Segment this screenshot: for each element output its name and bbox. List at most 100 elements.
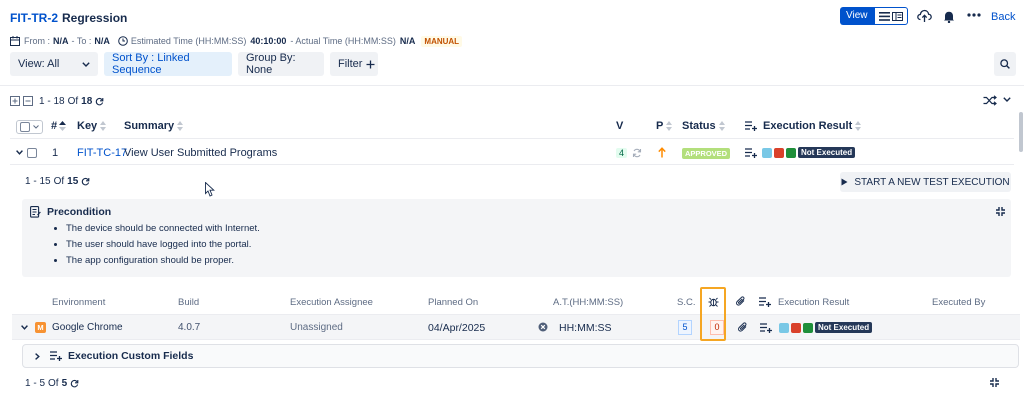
table-header: # Key Summary V P Status Execution Resul… <box>10 113 1014 139</box>
view-button[interactable]: View <box>840 7 874 25</box>
refresh-icon[interactable] <box>70 379 79 388</box>
start-new-execution-button[interactable]: START A NEW TEST EXECUTION <box>840 172 1011 192</box>
layout-toggle[interactable] <box>873 7 908 25</box>
status-badge: APPROVED <box>682 148 731 159</box>
execution-result-bar[interactable]: Not Executed <box>762 147 856 158</box>
col-status-label: Status <box>682 120 716 132</box>
col-step-count[interactable]: S.C. <box>677 297 695 308</box>
add-list-icon <box>50 351 62 361</box>
custom-fields-section[interactable]: Execution Custom Fields <box>22 344 1019 368</box>
col-version[interactable]: V <box>616 120 623 132</box>
chevron-down-icon <box>82 61 90 67</box>
add-list-icon <box>759 297 771 307</box>
execution-result-badge: Not Executed <box>815 322 873 333</box>
chevron-down-icon[interactable] <box>16 150 23 155</box>
sort-icon <box>177 121 184 131</box>
shuffle-icon[interactable] <box>983 95 997 106</box>
col-planned-on[interactable]: Planned On <box>428 297 478 308</box>
select-all-checkbox[interactable] <box>20 122 30 132</box>
col-execution-result[interactable]: Execution Result <box>778 297 849 308</box>
col-priority[interactable]: P <box>656 120 673 132</box>
pagination-total: 18 <box>81 95 93 107</box>
notification-bell-icon[interactable] <box>943 10 955 23</box>
col-status[interactable]: Status <box>682 120 726 132</box>
col-build[interactable]: Build <box>178 297 199 308</box>
view-filter-select[interactable]: View: All <box>10 52 98 76</box>
col-environment[interactable]: Environment <box>52 297 105 308</box>
list-view-icon[interactable] <box>878 11 890 21</box>
more-options-icon[interactable] <box>967 13 981 17</box>
execution-result-bar[interactable]: Not Executed <box>779 322 873 333</box>
add-list-icon[interactable] <box>760 323 772 333</box>
clear-date-icon[interactable] <box>538 322 548 332</box>
sort-by-label: Sort By : Linked Sequence <box>112 52 190 76</box>
scrollbar[interactable] <box>1019 112 1023 152</box>
pagination-of: Of <box>67 95 79 107</box>
col-number[interactable]: # <box>51 120 67 132</box>
executions-range: 1 - 15 <box>25 176 51 187</box>
page-title-bar: FIT-TR-2 Regression <box>10 10 127 26</box>
precondition-icon <box>30 206 41 218</box>
col-executed-by[interactable]: Executed By <box>932 297 985 308</box>
col-summary[interactable]: Summary <box>124 120 184 132</box>
col-execution-result[interactable]: Execution Result <box>763 120 862 132</box>
planned-on-value[interactable]: 04/Apr/2025 <box>428 322 485 334</box>
search-button[interactable] <box>994 52 1016 76</box>
estimated-time-value: 40:10:00 <box>250 36 287 46</box>
cloud-upload-icon[interactable] <box>917 9 932 23</box>
table-row[interactable]: 1 FIT-TC-17 View User Submitted Programs… <box>10 141 1014 165</box>
step-count-badge[interactable]: 5 <box>678 320 692 335</box>
actual-time-value: N/A <box>399 36 416 46</box>
split-view-icon[interactable] <box>891 11 903 21</box>
collapse-icon[interactable] <box>995 206 1006 217</box>
sort-by-button[interactable]: Sort By : Linked Sequence <box>104 52 232 76</box>
executions-of: Of <box>53 176 65 187</box>
status-square-green <box>786 147 796 158</box>
sync-icon <box>632 148 642 158</box>
group-by-button[interactable]: Group By: None <box>238 52 324 76</box>
execution-row[interactable]: M Google Chrome 4.0.7 Unassigned 04/Apr/… <box>12 314 1020 340</box>
refresh-icon[interactable] <box>95 97 104 106</box>
executions-total: 15 <box>67 176 79 187</box>
assignee-value[interactable]: Unassigned <box>290 322 343 333</box>
status-square-light <box>779 322 789 333</box>
col-actual-time[interactable]: A.T.(HH:MM:SS) <box>553 297 623 308</box>
col-key[interactable]: Key <box>77 120 107 132</box>
chevron-down-icon[interactable] <box>21 325 28 330</box>
execution-result-badge: Not Executed <box>798 147 856 158</box>
meta-bar: From : N/A - To : N/A Estimated Time (HH… <box>10 35 463 47</box>
select-all-dropdown[interactable] <box>16 120 43 134</box>
search-icon <box>1000 59 1010 69</box>
sub-total: 5 <box>61 378 68 389</box>
status-square-light <box>762 147 772 158</box>
col-assignee[interactable]: Execution Assignee <box>290 297 373 308</box>
row-checkbox[interactable] <box>27 148 37 158</box>
play-icon <box>841 178 848 186</box>
sort-ascending-icon <box>59 121 67 131</box>
expand-all-icon[interactable] <box>10 96 20 106</box>
back-link[interactable]: Back <box>991 11 1015 23</box>
col-number-label: # <box>51 120 58 132</box>
filter-button[interactable]: Filter <box>330 52 378 76</box>
mouse-cursor-icon <box>205 182 215 197</box>
environment-badge: M <box>35 322 46 333</box>
to-label: - To : <box>71 36 92 46</box>
chevron-right-icon[interactable] <box>35 352 40 360</box>
refresh-icon[interactable] <box>81 177 90 186</box>
test-run-key[interactable]: FIT-TR-2 <box>10 11 58 25</box>
view-toggle: View <box>840 7 908 25</box>
add-list-icon[interactable] <box>745 148 757 158</box>
collapse-all-icon[interactable] <box>23 96 33 106</box>
actual-time-value[interactable]: HH:MM:SS <box>559 322 612 334</box>
execution-table-header: Environment Build Execution Assignee Pla… <box>22 293 1011 311</box>
version-badge[interactable]: 4 <box>616 148 628 158</box>
status-square-red <box>774 147 784 158</box>
attachment-icon[interactable] <box>738 322 748 333</box>
add-list-icon <box>745 121 757 131</box>
calendar-icon <box>10 36 20 46</box>
test-case-summary[interactable]: View User Submitted Programs <box>124 147 277 159</box>
collapse-icon[interactable] <box>989 377 1000 388</box>
test-case-key-link[interactable]: FIT-TC-17 <box>77 147 127 159</box>
sort-icon <box>666 121 673 131</box>
chevron-down-icon[interactable] <box>1003 97 1011 102</box>
